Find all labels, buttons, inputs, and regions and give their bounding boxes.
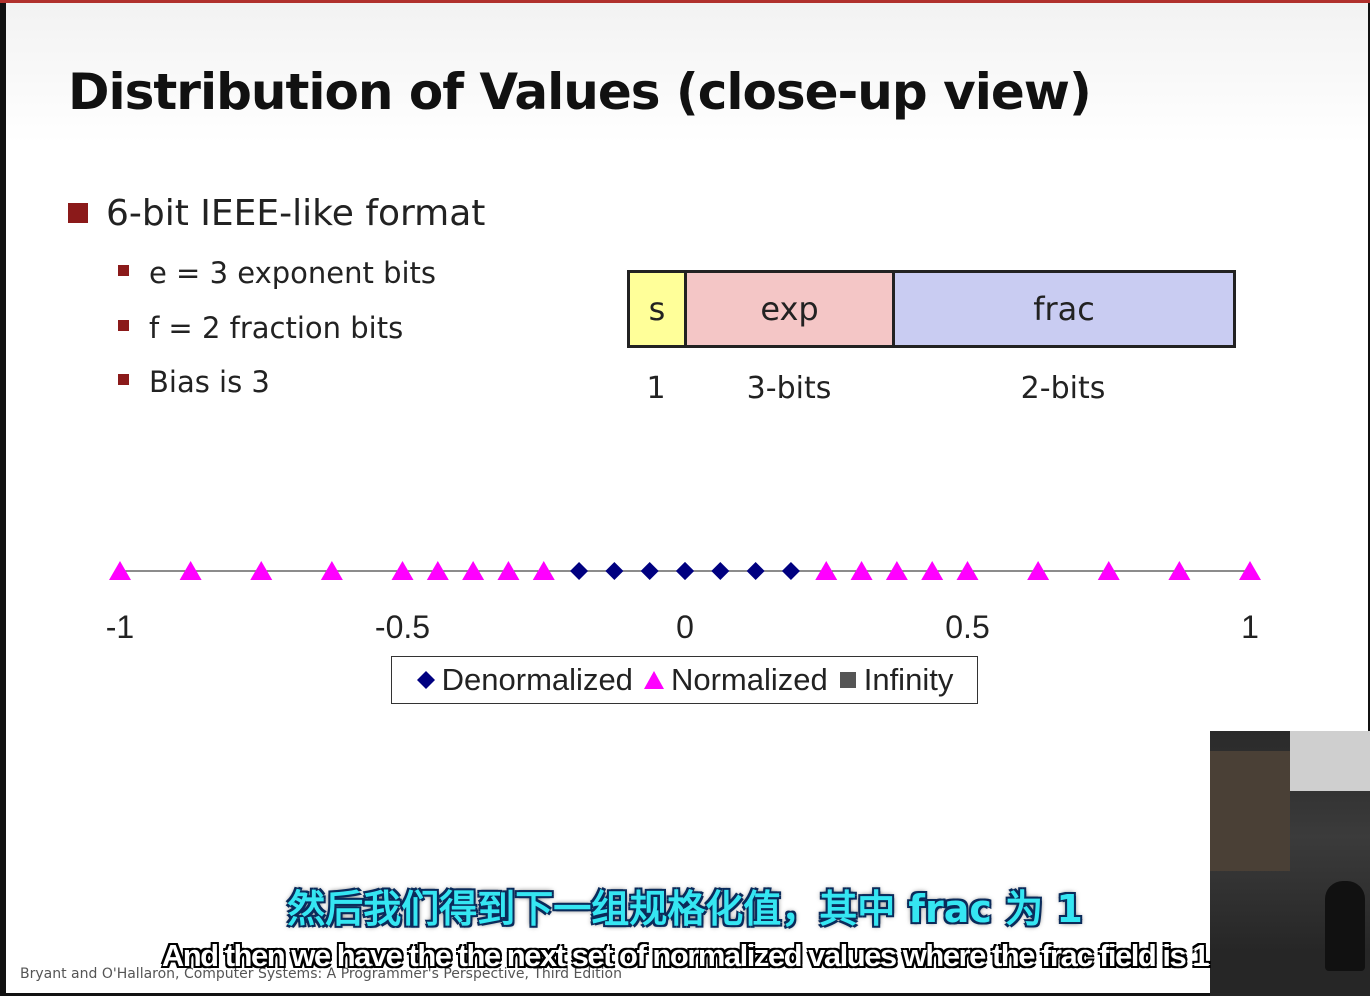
projector-screen xyxy=(1290,731,1370,791)
legend-label: Denormalized xyxy=(441,662,633,697)
subtitle-english: And then we have the the next set of nor… xyxy=(161,938,1210,973)
denormalized-point xyxy=(640,562,659,580)
denormalized-point xyxy=(711,562,730,580)
legend-denormalized: Denormalized xyxy=(416,662,633,698)
x-tick-label: -1 xyxy=(106,609,134,645)
subtitle-chinese: 然后我们得到下一组规格化值，其中 frac 为 1 xyxy=(287,887,1083,931)
legend-normalized: Normalized xyxy=(643,662,828,698)
denormalized-point xyxy=(676,562,694,580)
number-line-chart: -1 -0.5 0 0.5 1 xyxy=(106,561,1261,645)
x-tick-label: 0.5 xyxy=(945,609,989,645)
denormalized-point xyxy=(570,562,589,580)
square-icon xyxy=(839,672,856,688)
legend-label: Normalized xyxy=(670,662,828,697)
denormalized-point xyxy=(781,562,800,580)
slide: Distribution of Values (close-up view) 6… xyxy=(6,3,1368,993)
diamond-icon xyxy=(416,671,435,689)
wall-panel xyxy=(1210,751,1290,871)
legend-infinity: Infinity xyxy=(838,662,954,698)
x-tick-label: 1 xyxy=(1241,609,1259,645)
x-tick-label: 0 xyxy=(676,609,694,645)
x-tick-label: -0.5 xyxy=(375,609,430,645)
denormalized-point xyxy=(746,562,765,580)
denormalized-point xyxy=(605,562,624,580)
triangle-icon xyxy=(643,671,664,689)
legend-label: Infinity xyxy=(863,662,954,697)
chart-legend: Denormalized Normalized Infinity xyxy=(391,656,978,704)
